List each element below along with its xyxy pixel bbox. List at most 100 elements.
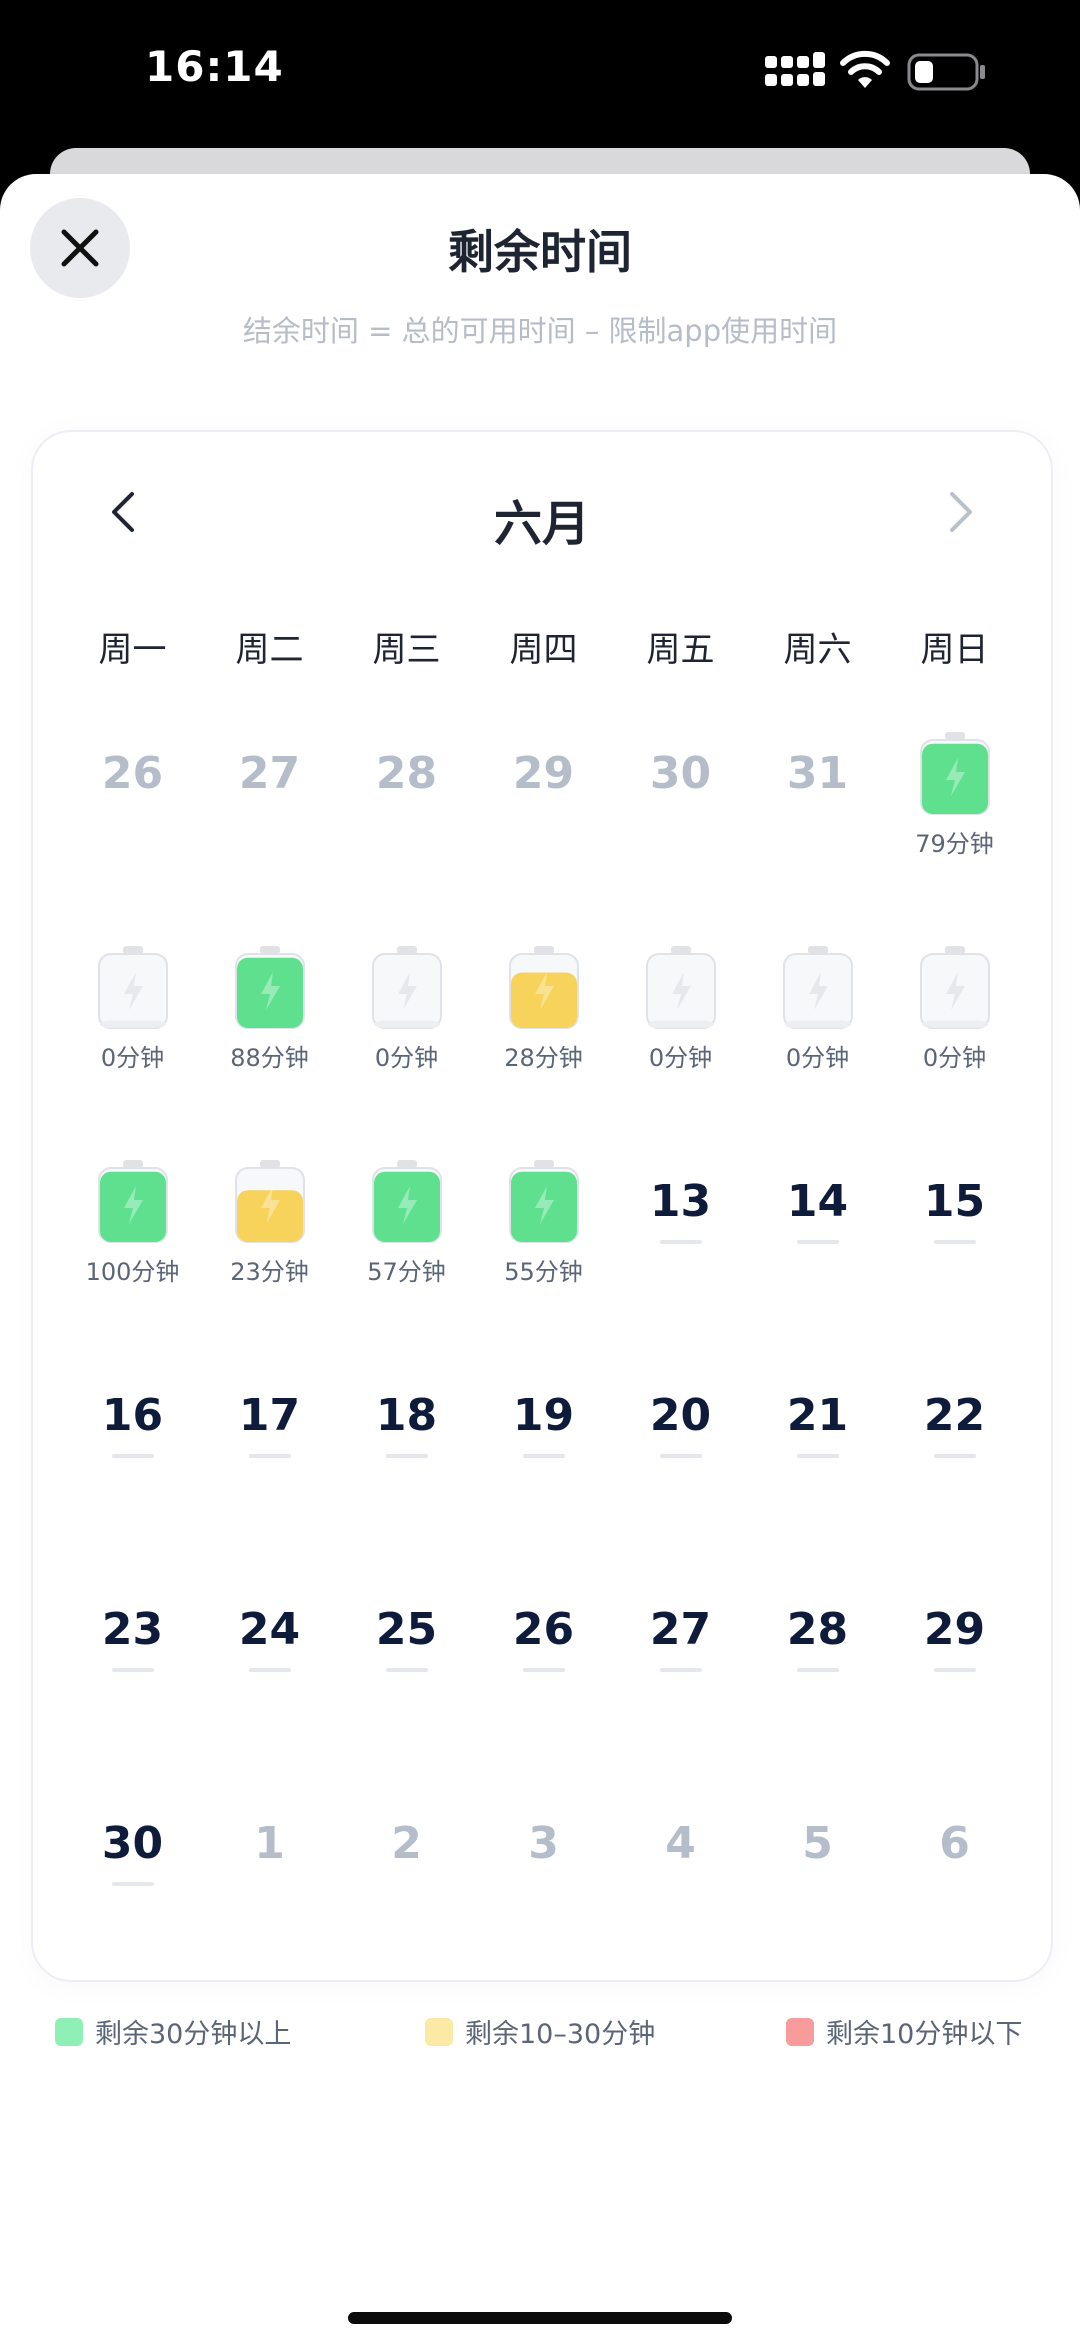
no-data-dash (385, 1454, 428, 1458)
calendar-day[interactable]: 21 (749, 1372, 886, 1586)
no-data-dash (796, 1240, 839, 1244)
calendar-day[interactable]: 100分钟 (64, 1158, 201, 1372)
calendar-day[interactable]: 15 (886, 1158, 1023, 1372)
calendar-day[interactable]: 0分钟 (886, 944, 1023, 1158)
day-number: 27 (649, 1604, 712, 1655)
weekday-header: 周一 周二 周三 周四 周五 周六 周日 (64, 622, 1024, 671)
no-data-dash (111, 1454, 154, 1458)
calendar-day[interactable]: 0分钟 (338, 944, 475, 1158)
battery-icon (645, 946, 716, 1029)
calendar-day[interactable]: 0分钟 (749, 944, 886, 1158)
calendar-day[interactable]: 23分钟 (201, 1158, 338, 1372)
day-number: 15 (923, 1176, 986, 1227)
calendar-day[interactable]: 31 (749, 730, 886, 944)
day-number: 4 (665, 1818, 696, 1869)
day-number: 13 (649, 1176, 712, 1227)
day-grid: 26 27 28 29 30 31 79分钟 0分钟 88分钟 0分钟 28分钟 0分钟 0分钟 0分钟 1… (64, 730, 1024, 2014)
calendar-day[interactable]: 30 (64, 1800, 201, 2014)
calendar-day[interactable]: 6 (886, 1800, 1023, 2014)
calendar-day[interactable]: 25 (338, 1586, 475, 1800)
calendar-day[interactable]: 28 (338, 730, 475, 944)
no-data-dash (522, 1454, 565, 1458)
calendar-day[interactable]: 3 (475, 1800, 612, 2014)
status-bar: 16:14 (0, 0, 1080, 150)
calendar-day[interactable]: 19 (475, 1372, 612, 1586)
calendar-day[interactable]: 27 (612, 1586, 749, 1800)
remaining-minutes: 0分钟 (100, 1044, 165, 1072)
day-number: 29 (512, 748, 575, 799)
weekday-label: 周三 (372, 630, 441, 670)
remaining-minutes: 0分钟 (648, 1044, 713, 1072)
chevron-right-icon (950, 492, 972, 532)
calendar-day[interactable]: 23 (64, 1586, 201, 1800)
weekday-label: 周日 (920, 630, 989, 670)
calendar-day[interactable]: 57分钟 (338, 1158, 475, 1372)
calendar-day[interactable]: 28 (749, 1586, 886, 1800)
calendar-day[interactable]: 79分钟 (886, 730, 1023, 944)
calendar-day[interactable]: 28分钟 (475, 944, 612, 1158)
calendar-day[interactable]: 29 (886, 1586, 1023, 1800)
calendar-day[interactable]: 30 (612, 730, 749, 944)
no-data-dash (659, 1668, 702, 1672)
day-number: 25 (375, 1604, 438, 1655)
calendar-day[interactable]: 27 (201, 730, 338, 944)
weekday-label: 周四 (509, 630, 578, 670)
remaining-minutes: 88分钟 (230, 1044, 309, 1072)
legend-label: 剩余10分钟以下 (826, 2019, 1023, 2050)
calendar-day[interactable]: 29 (475, 730, 612, 944)
remaining-minutes: 28分钟 (504, 1044, 583, 1072)
calendar-day[interactable]: 0分钟 (612, 944, 749, 1158)
battery-icon (782, 946, 853, 1029)
no-data-dash (659, 1454, 702, 1458)
calendar-day[interactable]: 26 (475, 1586, 612, 1800)
calendar-day[interactable]: 1 (201, 1800, 338, 2014)
legend-item-yellow: 剩余10–30分钟 (425, 2012, 655, 2051)
day-number: 2 (391, 1818, 422, 1869)
calendar-card: 六月 周一 周二 周三 周四 周五 周六 周日 26 27 28 29 30 31 79分钟… (31, 430, 1053, 1982)
legend-label: 剩余10–30分钟 (465, 2019, 656, 2050)
remaining-minutes: 100分钟 (85, 1258, 180, 1286)
cellular-icon (765, 52, 825, 86)
no-data-dash (248, 1668, 291, 1672)
day-number: 30 (649, 748, 712, 799)
weekday-label: 周一 (98, 630, 167, 670)
calendar-day[interactable]: 16 (64, 1372, 201, 1586)
day-number: 5 (802, 1818, 833, 1869)
calendar-day[interactable]: 22 (886, 1372, 1023, 1586)
remaining-minutes: 23分钟 (230, 1258, 309, 1286)
calendar-day[interactable]: 26 (64, 730, 201, 944)
legend-swatch (425, 2017, 453, 2046)
battery-icon (371, 1160, 442, 1243)
day-number: 14 (786, 1176, 849, 1227)
remaining-minutes: 79分钟 (915, 830, 994, 858)
battery-icon (919, 732, 990, 815)
battery-icon (371, 946, 442, 1029)
legend-swatch (786, 2017, 814, 2046)
next-month-button[interactable] (931, 482, 991, 542)
calendar-day[interactable]: 55分钟 (475, 1158, 612, 1372)
calendar-day[interactable]: 17 (201, 1372, 338, 1586)
calendar-day[interactable]: 88分钟 (201, 944, 338, 1158)
day-number: 21 (786, 1390, 849, 1441)
calendar-day[interactable]: 18 (338, 1372, 475, 1586)
calendar-day[interactable]: 20 (612, 1372, 749, 1586)
battery-icon (919, 946, 990, 1029)
calendar-day[interactable]: 2 (338, 1800, 475, 2014)
calendar-day[interactable]: 0分钟 (64, 944, 201, 1158)
calendar-day[interactable]: 13 (612, 1158, 749, 1372)
calendar-day[interactable]: 4 (612, 1800, 749, 2014)
day-number: 17 (238, 1390, 301, 1441)
battery-icon (234, 1160, 305, 1243)
remaining-minutes: 0分钟 (922, 1044, 987, 1072)
weekday-label: 周六 (783, 630, 852, 670)
day-number: 29 (923, 1604, 986, 1655)
month-title: 六月 (493, 496, 590, 552)
weekday-label: 周五 (646, 630, 715, 670)
calendar-day[interactable]: 5 (749, 1800, 886, 2014)
calendar-day[interactable]: 24 (201, 1586, 338, 1800)
day-number: 28 (786, 1604, 849, 1655)
status-time: 16:14 (145, 42, 284, 91)
calendar-day[interactable]: 14 (749, 1158, 886, 1372)
battery-icon (234, 946, 305, 1029)
legend: 剩余30分钟以上 剩余10–30分钟 剩余10分钟以下 (55, 2012, 1045, 2062)
